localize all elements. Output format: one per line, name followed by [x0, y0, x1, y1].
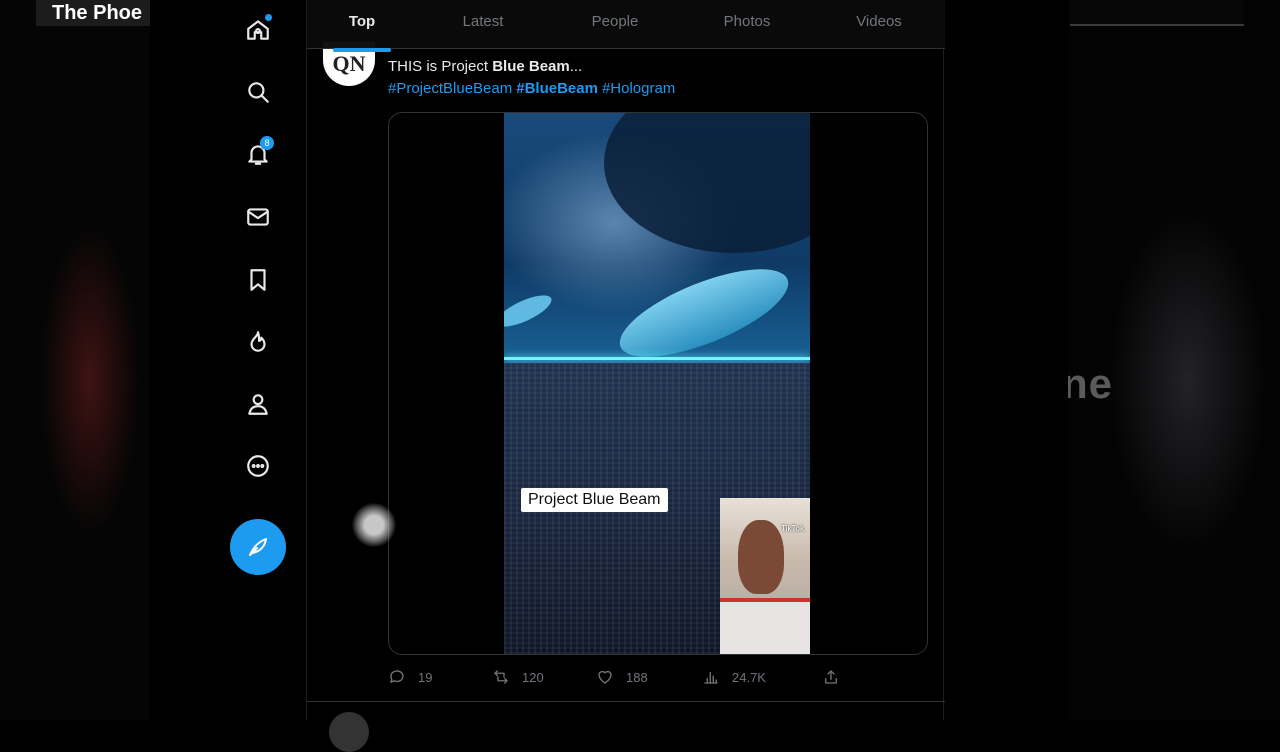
bookmark-icon	[250, 269, 266, 291]
tab-label: Top	[348, 13, 376, 30]
tab-label: Videos	[856, 13, 902, 30]
search-tabs: Top Latest People Photos Videos	[307, 0, 945, 52]
nav-bookmarks-button[interactable]	[240, 262, 276, 298]
flame-icon	[250, 331, 266, 352]
views-button[interactable]: 24.7K	[702, 666, 766, 688]
video-stage-light	[504, 357, 810, 360]
search-results-column: Top Latest People Photos Videos QN THIS …	[306, 0, 945, 752]
background-gap	[944, 0, 1068, 720]
view-count: 24.7K	[732, 669, 766, 685]
next-tweet-avatar[interactable]	[329, 712, 369, 752]
background-window-title: The Phoe	[36, 0, 150, 26]
hashtag-link[interactable]: #ProjectBlueBeam	[388, 80, 512, 97]
avatar-initials: QN	[332, 51, 366, 76]
tweet-text-bold: Blue Beam	[492, 58, 570, 75]
hashtag-link[interactable]: #BlueBeam	[516, 80, 598, 97]
tweet-body: THIS is Project Blue Beam...	[388, 58, 582, 75]
video-picture-in-picture: TikTok	[720, 498, 810, 654]
video-caption: Project Blue Beam	[521, 488, 668, 512]
analytics-icon	[704, 671, 718, 684]
pip-face	[738, 520, 784, 594]
person-icon	[248, 394, 268, 415]
nav-topics-button[interactable]	[240, 324, 276, 360]
tweet-text-prefix: THIS is Project	[388, 58, 493, 75]
sidebar-nav: 8	[150, 0, 306, 720]
active-tab-indicator	[333, 48, 391, 52]
retweet-count: 120	[522, 669, 544, 685]
heart-icon	[598, 670, 612, 684]
hashtag-link[interactable]: #Hologram	[602, 80, 675, 97]
tab-latest[interactable]: Latest	[417, 0, 549, 48]
nav-more-button[interactable]	[240, 448, 276, 484]
more-icon	[247, 455, 269, 477]
mouse-cursor	[352, 503, 396, 547]
nav-notifications-button[interactable]: 8	[240, 136, 276, 172]
notification-badge: 8	[260, 136, 274, 150]
tab-people[interactable]: People	[549, 0, 681, 48]
background-right-text: ne	[1062, 360, 1114, 407]
nav-explore-button[interactable]	[240, 74, 276, 110]
reply-icon	[390, 670, 404, 683]
tweet-action-bar: 19 120 188 24.7K	[388, 666, 928, 688]
nav-profile-button[interactable]	[240, 386, 276, 422]
search-icon	[248, 82, 269, 103]
tweet-video-player[interactable]: Project Blue Beam TikTok	[388, 112, 928, 655]
share-icon	[825, 670, 837, 684]
tiktok-watermark: TikTok	[781, 524, 804, 533]
background-left-blur	[0, 0, 150, 720]
share-button[interactable]	[822, 666, 852, 688]
nav-home-button[interactable]	[240, 12, 276, 48]
pip-shirt	[720, 598, 810, 654]
like-button[interactable]: 188	[596, 666, 648, 688]
tab-label: People	[591, 13, 639, 30]
video-frame: Project Blue Beam TikTok	[504, 113, 810, 654]
tab-photos[interactable]: Photos	[681, 0, 813, 48]
tab-label: Photos	[723, 13, 771, 30]
reply-count: 19	[418, 669, 433, 685]
tab-videos[interactable]: Videos	[813, 0, 945, 48]
home-unread-dot	[265, 14, 272, 21]
compose-tweet-button[interactable]	[230, 519, 286, 575]
background-right-bar	[1070, 0, 1244, 26]
mail-icon	[247, 208, 269, 226]
like-count: 188	[626, 669, 648, 685]
feather-icon	[249, 538, 267, 556]
tab-label: Latest	[462, 13, 504, 30]
retweet-icon	[494, 670, 508, 684]
tweet-text-suffix: ...	[569, 58, 583, 75]
tab-top[interactable]: Top	[307, 0, 417, 52]
retweet-button[interactable]: 120	[492, 666, 544, 688]
nav-messages-button[interactable]	[240, 199, 276, 235]
tweet-divider	[307, 701, 945, 702]
reply-button[interactable]: 19	[388, 666, 432, 688]
tweet-hashtags: #ProjectBlueBeam #BlueBeam #Hologram	[388, 80, 679, 97]
